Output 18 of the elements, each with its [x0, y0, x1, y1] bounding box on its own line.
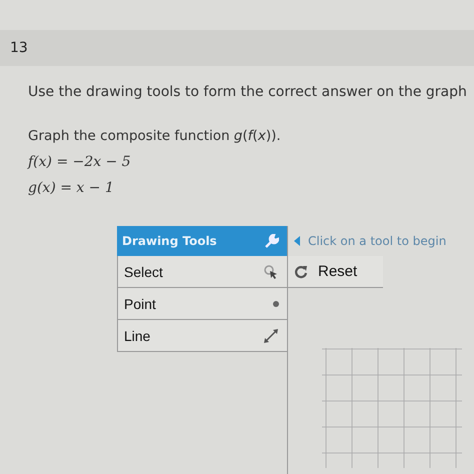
collapse-arrow-icon[interactable] — [294, 236, 300, 246]
equation: g(x) = x − 1 — [28, 180, 115, 196]
tool-button[interactable]: Line — [117, 320, 287, 352]
wrench-icon — [265, 234, 279, 248]
equation: f(x) = −2x − 5 — [28, 154, 132, 170]
hint-text: Click on a tool to begin — [308, 234, 446, 248]
refresh-icon — [294, 264, 308, 278]
double-arrow-icon — [263, 328, 279, 344]
tool-button[interactable]: Point — [117, 288, 287, 320]
graph-grid[interactable] — [322, 348, 462, 468]
reset-button[interactable]: Reset — [288, 256, 383, 288]
cursor-icon — [263, 264, 279, 280]
panel-title: Drawing Tools — [122, 234, 217, 248]
question-number: 13 — [9, 40, 28, 56]
prompt-text: Graph the composite function g(f(x)). — [28, 128, 282, 144]
tool-button[interactable]: Select — [117, 256, 287, 288]
instruction-text: Use the drawing tools to form the correct answer on the graph — [28, 84, 468, 100]
dot-icon — [273, 300, 279, 306]
